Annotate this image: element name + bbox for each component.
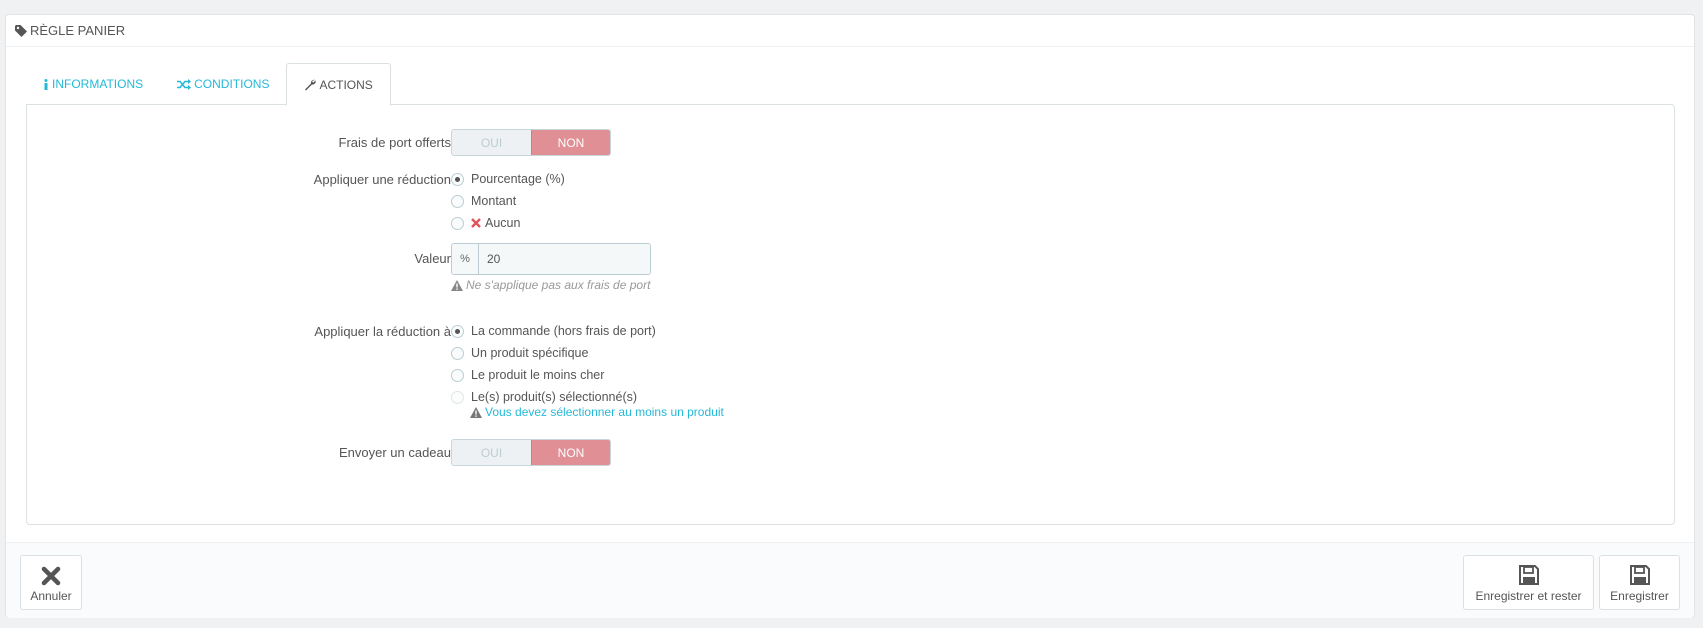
radio-circle[interactable] [451, 172, 464, 186]
apply-to-order-radio[interactable]: La commande (hors frais de port) [451, 324, 656, 338]
tab-actions-label: Actions [319, 77, 373, 92]
warning-icon [451, 279, 463, 291]
apply-to-cheapest-radio[interactable]: Le produit le moins cher [451, 368, 604, 382]
free-shipping-yes[interactable]: OUI [452, 130, 531, 155]
discount-none-radio[interactable]: Aucun [451, 216, 520, 230]
percent-addon: % [452, 244, 479, 274]
info-icon [43, 78, 49, 90]
close-icon [41, 566, 61, 586]
free-shipping-switch[interactable]: OUI NON [451, 129, 611, 156]
cancel-label: Annuler [30, 589, 72, 603]
apply-to-selected-label: Le(s) produit(s) sélectionné(s) [471, 390, 638, 404]
gift-no[interactable]: NON [531, 440, 610, 465]
cart-rule-panel: Règle panier Informations Conditions Act… [5, 14, 1695, 618]
tab-informations[interactable]: Informations [26, 63, 160, 105]
close-icon [471, 218, 481, 228]
apply-to-specific-radio[interactable]: Un produit spécifique [451, 346, 588, 360]
panel-footer: Annuler Enregistrer et rester Enregistre… [6, 542, 1694, 618]
free-shipping-no[interactable]: NON [531, 130, 610, 155]
apply-to-order-label: La commande (hors frais de port) [471, 324, 656, 338]
radio-circle[interactable] [451, 346, 464, 360]
value-input-group: % [451, 243, 651, 275]
cancel-button[interactable]: Annuler [20, 555, 82, 610]
save-button[interactable]: Enregistrer [1599, 555, 1680, 610]
discount-none-label: Aucun [485, 216, 521, 230]
radio-circle[interactable] [451, 368, 464, 382]
shuffle-icon [177, 78, 192, 90]
floppy-icon [1518, 564, 1540, 586]
tab-bar: Informations Conditions Actions [26, 63, 391, 106]
radio-circle[interactable] [451, 390, 464, 404]
discount-percent-label: Pourcentage (%) [471, 172, 565, 186]
apply-to-cheapest-label: Le produit le moins cher [471, 368, 605, 382]
tab-conditions-label: Conditions [194, 77, 270, 91]
apply-to-specific-label: Un produit spécifique [471, 346, 589, 360]
value-help-text: Ne s'applique pas aux frais de port [466, 278, 651, 292]
radio-circle[interactable] [451, 194, 464, 208]
warning-icon [470, 406, 482, 418]
tab-actions[interactable]: Actions [286, 63, 391, 106]
save-label: Enregistrer [1610, 589, 1669, 603]
apply-to-label: Appliquer la réduction à [314, 324, 451, 339]
tab-informations-label: Informations [52, 77, 144, 91]
radio-circle[interactable] [451, 324, 464, 338]
value-label: Valeur [414, 251, 451, 266]
tab-conditions[interactable]: Conditions [160, 63, 286, 105]
tag-icon [15, 24, 27, 37]
apply-to-selected-radio[interactable]: Le(s) produit(s) sélectionné(s) [451, 390, 637, 404]
wrench-icon [304, 79, 317, 91]
free-shipping-label: Frais de port offerts [338, 135, 451, 150]
apply-to-warning-text: Vous devez sélectionner au moins un prod… [485, 405, 724, 419]
apply-discount-label: Appliquer une réduction [313, 172, 451, 187]
discount-amount-label: Montant [471, 194, 517, 208]
value-help: Ne s'applique pas aux frais de port [451, 278, 650, 292]
apply-to-warning: Vous devez sélectionner au moins un prod… [470, 405, 724, 419]
panel-title: Règle panier [30, 23, 126, 38]
gift-yes[interactable]: OUI [452, 440, 531, 465]
save-and-stay-label: Enregistrer et rester [1475, 589, 1582, 603]
gift-switch[interactable]: OUI NON [451, 439, 611, 466]
actions-tab-content: Frais de port offerts OUI NON Appliquer … [26, 104, 1675, 525]
discount-percent-radio[interactable]: Pourcentage (%) [451, 172, 565, 186]
discount-amount-radio[interactable]: Montant [451, 194, 516, 208]
radio-circle[interactable] [451, 216, 464, 230]
gift-label: Envoyer un cadeau [338, 445, 451, 460]
value-input[interactable] [479, 244, 650, 274]
floppy-icon [1629, 564, 1651, 586]
panel-heading: Règle panier [6, 15, 1694, 47]
save-and-stay-button[interactable]: Enregistrer et rester [1463, 555, 1594, 610]
